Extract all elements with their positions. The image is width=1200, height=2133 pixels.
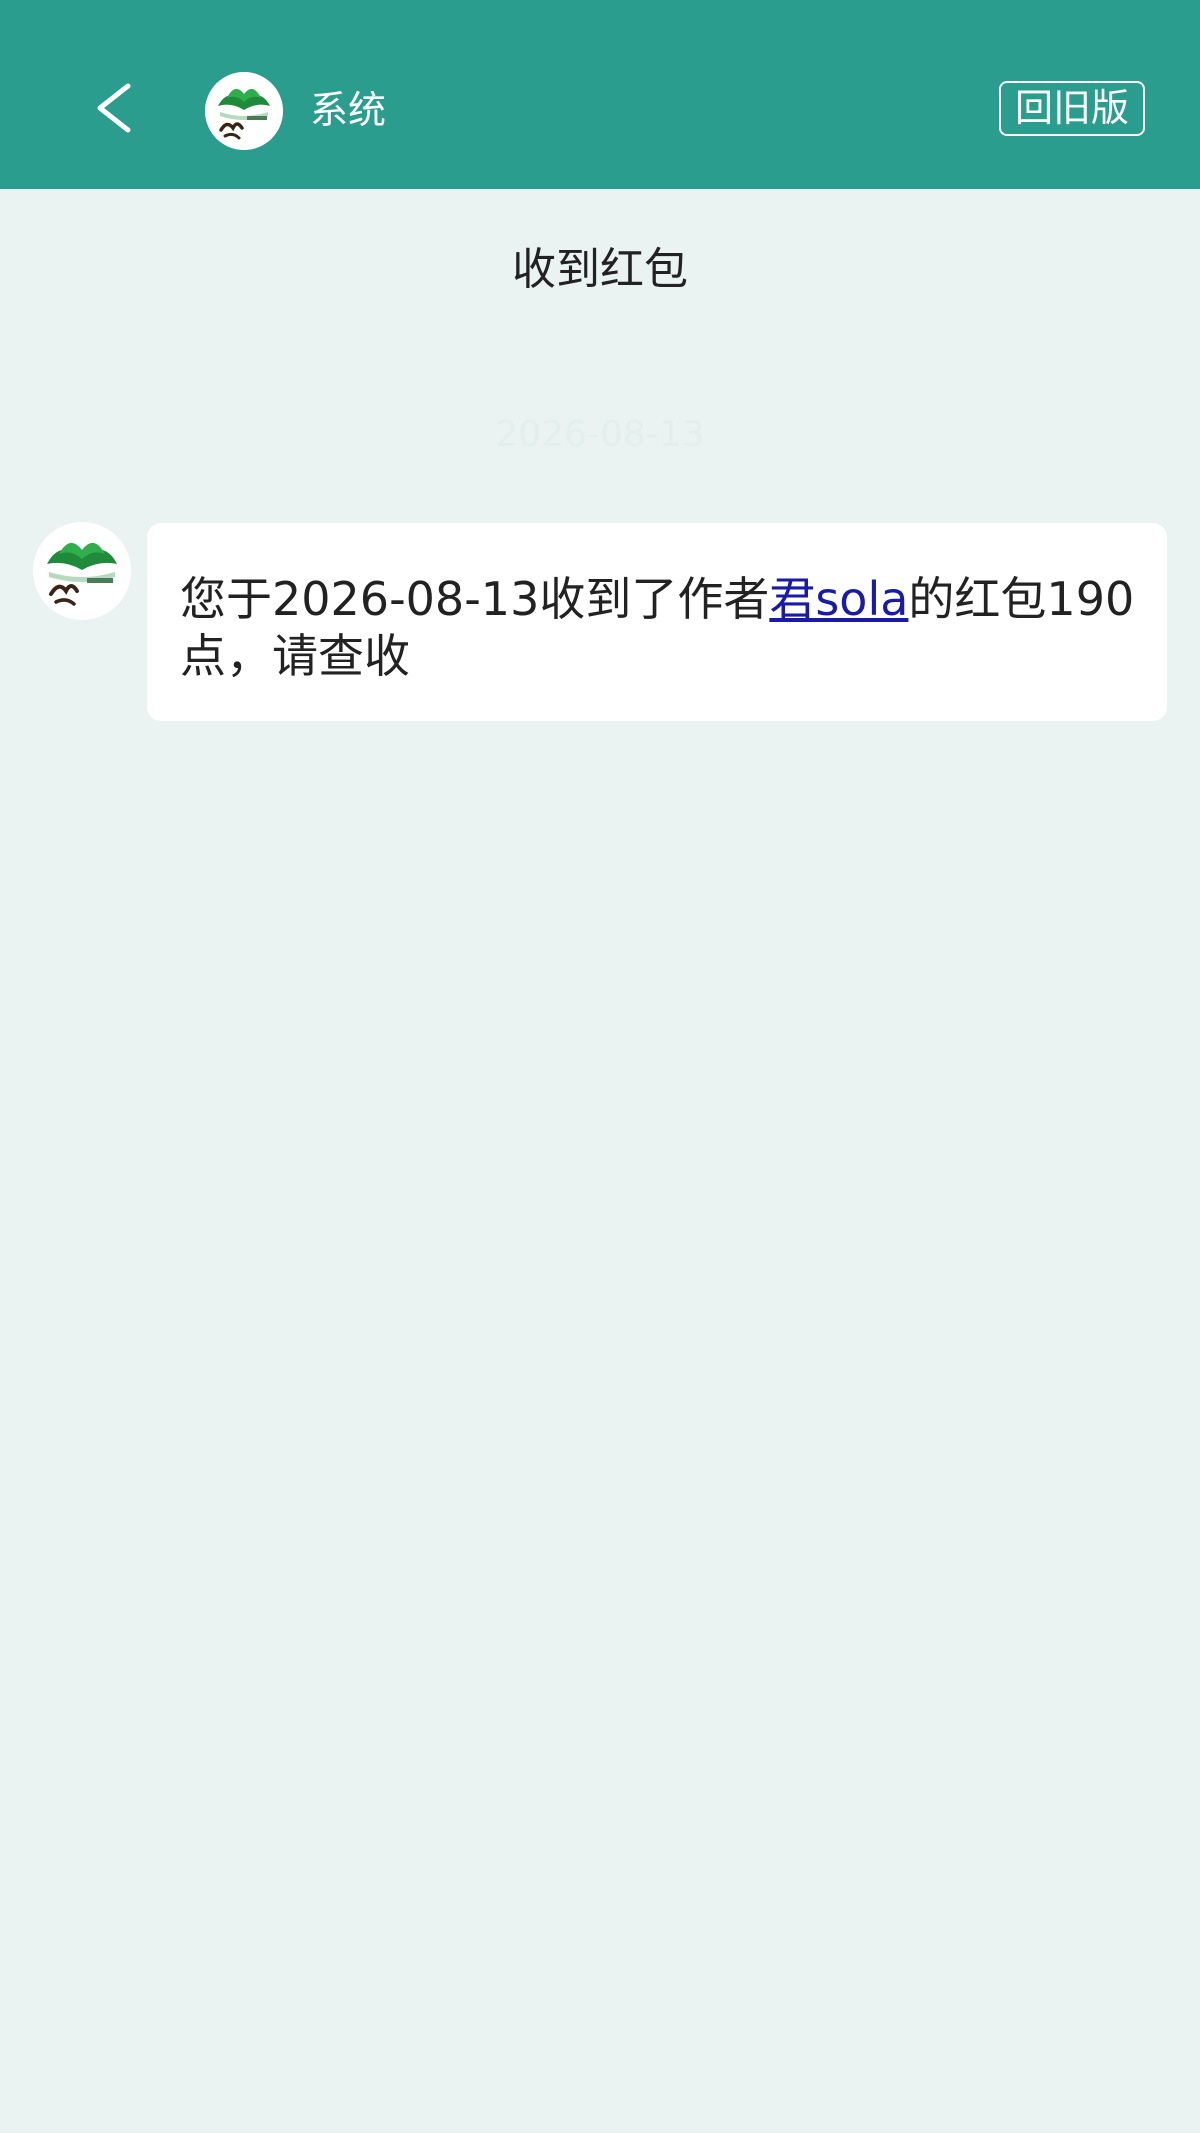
logo-icon [33, 522, 131, 620]
message-bubble: 您于2026-08-13收到了作者君sola的红包190点，请查收 [147, 523, 1167, 721]
page-title: 收到红包 [512, 244, 688, 295]
avatar[interactable] [205, 72, 283, 150]
chevron-left-icon [97, 83, 131, 133]
author-link[interactable]: 君sola [769, 572, 908, 626]
message-text: 您于2026-08-13收到了作者 [180, 572, 770, 626]
top-bar: 系统 回旧版 [0, 0, 1200, 189]
sender-avatar[interactable] [33, 522, 131, 620]
message-timestamp: 2026-08-13 [495, 414, 705, 455]
old-version-button[interactable]: 回旧版 [999, 81, 1145, 136]
chat-title: 系统 [310, 88, 387, 132]
logo-icon [205, 72, 283, 150]
back-button[interactable] [80, 66, 150, 146]
